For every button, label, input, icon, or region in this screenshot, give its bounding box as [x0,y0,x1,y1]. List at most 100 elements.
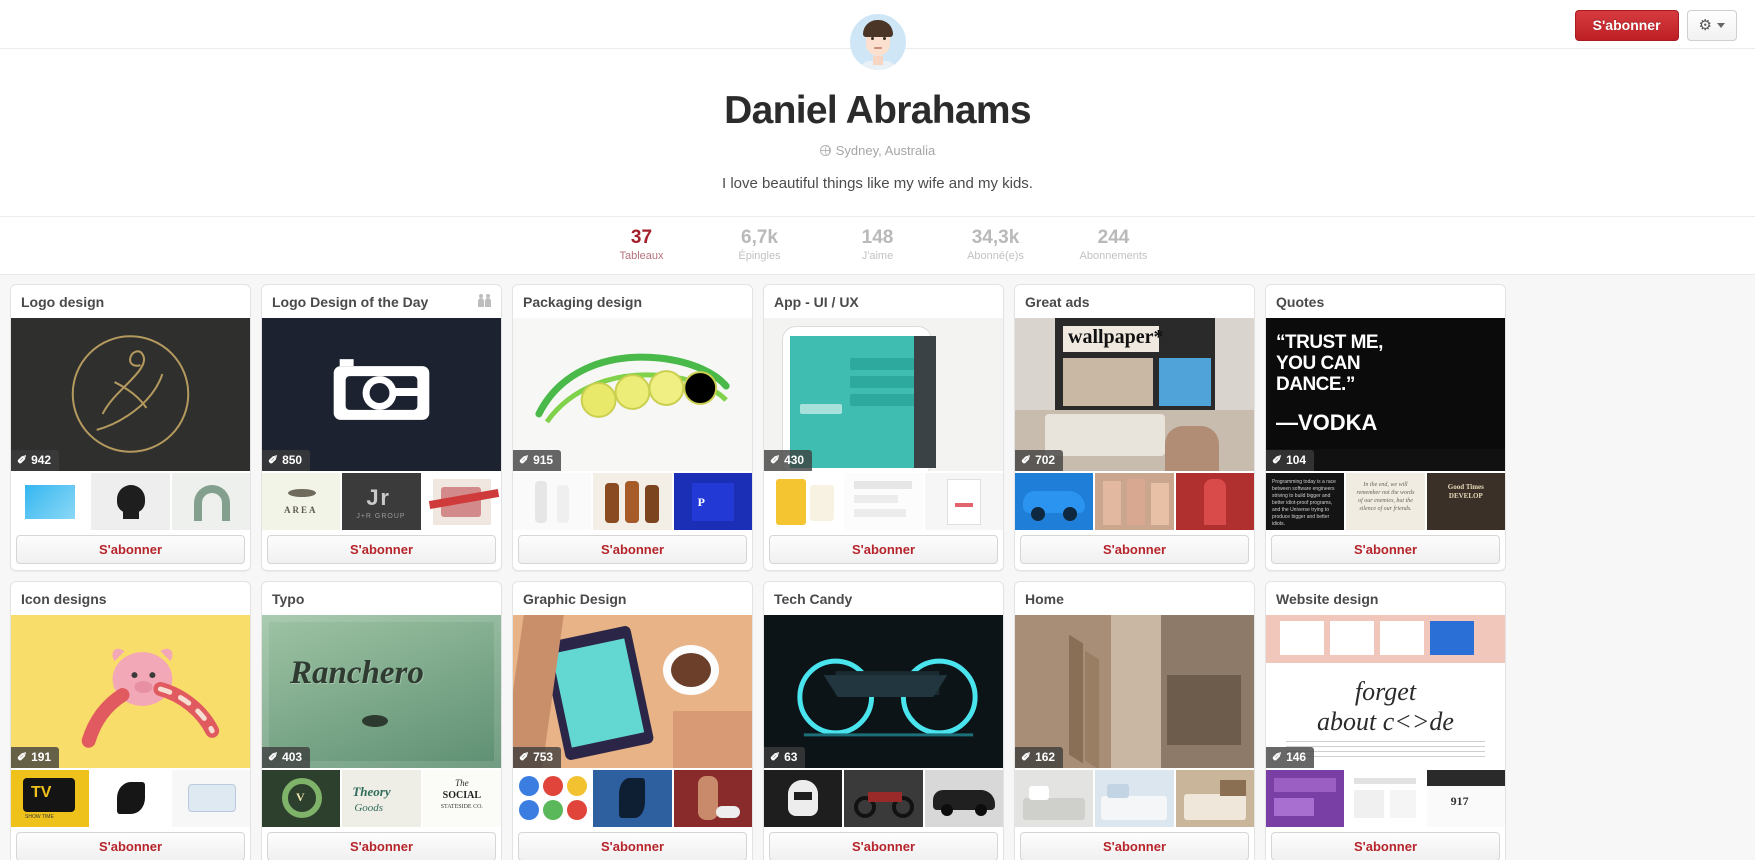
board-thumbnail[interactable] [171,770,250,827]
board-thumbnail[interactable] [1015,473,1094,530]
board-card[interactable]: Website design forget about c<>de ✐ 146 917 S'… [1265,581,1506,860]
board-cover-image[interactable]: “TRUST ME, YOU CAN DANCE.” —VODKA ✐ 104 [1266,318,1505,471]
board-thumbnail[interactable] [673,770,752,827]
board-thumbnail[interactable] [844,473,923,530]
board-thumbnail[interactable]: The SOCIAL STATESIDE CO. [422,770,501,827]
board-thumbnail[interactable]: P [673,473,752,530]
board-cover-image[interactable]: ✐ 63 [764,615,1003,768]
board-thumbnail[interactable] [844,770,923,827]
board-cover-image[interactable]: ✐ 850 [262,318,501,471]
board-card[interactable]: Typo Ranchero ✐ 403 V Theory Goods The SOCIAL STA… [261,581,502,860]
board-thumbnail[interactable] [171,473,250,530]
stat-value: 244 [1097,227,1130,248]
board-thumbnail[interactable] [764,770,843,827]
board-header: Logo design [11,285,250,318]
follow-board-button[interactable]: S'abonner [1271,535,1500,564]
follow-board-button[interactable]: S'abonner [267,832,496,860]
board-thumbnail[interactable]: V [262,770,341,827]
profile-location: Sydney, Australia [0,143,1755,158]
board-title: Website design [1276,591,1379,607]
stat-tableaux[interactable]: 37 Tableaux [583,227,701,262]
board-thumbnail[interactable] [1266,770,1345,827]
boards-grid: Logo design ✐ 942 S'abonner Logo Design of t… [5,284,1750,860]
boards-section: Logo design ✐ 942 S'abonner Logo Design of t… [0,274,1755,860]
follow-board-button[interactable]: S'abonner [518,535,747,564]
board-card[interactable]: Tech Candy ✐ 63 S'abonner [763,581,1004,860]
board-thumbnail[interactable] [11,473,90,530]
follow-board-button[interactable]: S'abonner [518,832,747,860]
board-thumbnail[interactable] [764,473,843,530]
profile-about: I love beautiful things like my wife and… [722,175,1033,192]
board-card[interactable]: Logo Design of the Day ✐ 850 AREA J r J+R GRO… [261,284,502,571]
board-thumbnail[interactable] [91,473,170,530]
avatar[interactable] [849,14,906,70]
stat-label: Tableaux [619,250,664,262]
follow-board-button[interactable]: S'abonner [267,535,496,564]
board-cover-image[interactable]: forget about c<>de ✐ 146 [1266,615,1505,768]
pin-icon: ✐ [1272,453,1283,467]
follow-board-button[interactable]: S'abonner [16,535,245,564]
follow-board-button[interactable]: S'abonner [769,535,998,564]
pin-icon: ✐ [268,750,279,764]
board-cover-image[interactable]: ✐ 430 [764,318,1003,471]
board-thumbnail[interactable] [1175,473,1254,530]
stat-pingles[interactable]: 6,7k Épingles [701,227,819,262]
board-cover-image[interactable]: ✐ 162 [1015,615,1254,768]
board-thumbnail[interactable] [422,473,501,530]
board-thumbnail[interactable]: In the end, we will remember not the wor… [1346,473,1425,530]
follow-board-button[interactable]: S'abonner [769,832,998,860]
board-cover-image[interactable]: ✐ 942 [11,318,250,471]
board-thumbnail[interactable]: Programming today is a race between soft… [1266,473,1345,530]
board-card[interactable]: Icon designs ✐ 191 TV SHOW TIME S'abonner [10,581,251,860]
board-thumbnail[interactable] [593,770,672,827]
follow-board-button[interactable]: S'abonner [1020,535,1249,564]
board-thumbnail[interactable] [91,770,170,827]
board-thumbnail[interactable] [593,473,672,530]
settings-menu-button[interactable]: ⚙ [1686,10,1737,41]
follow-board-button[interactable]: S'abonner [1020,832,1249,860]
board-thumbnail[interactable]: Theory Goods [342,770,421,827]
board-thumbnail[interactable]: TV SHOW TIME [11,770,90,827]
board-cover-image[interactable]: Ranchero ✐ 403 [262,615,501,768]
follow-user-button[interactable]: S'abonner [1574,10,1679,41]
stat-abonnements[interactable]: 244 Abonnements [1055,227,1173,262]
board-pin-count-value: 850 [282,453,303,467]
board-thumbnail[interactable]: 917 [1426,770,1505,827]
board-thumbnail[interactable] [1015,770,1094,827]
board-thumbnail[interactable] [924,770,1003,827]
board-card[interactable]: App - UI / UX ✐ 430 S'abonner [763,284,1004,571]
board-title: Logo Design of the Day [272,294,429,310]
board-thumbnail[interactable] [513,770,592,827]
board-cover-image[interactable]: ✐ 191 [11,615,250,768]
collaborators-icon [472,293,491,307]
stat-j-aime[interactable]: 148 J'aime [819,227,937,262]
board-title: Logo design [21,294,105,310]
board-thumbnail[interactable]: AREA [262,473,341,530]
stat-value: 148 [861,227,894,248]
board-card[interactable]: Home ✐ 162 S'abonner [1014,581,1255,860]
board-footer: S'abonner [1015,827,1254,860]
board-thumbnail[interactable] [924,473,1003,530]
board-thumbnail[interactable] [1175,770,1254,827]
board-footer: S'abonner [513,530,752,570]
board-card[interactable]: Quotes “TRUST ME, YOU CAN DANCE.” —VODKA ✐ 104… [1265,284,1506,571]
board-thumbnail[interactable]: Good Times DEVELOP [1426,473,1505,530]
board-header: Typo [262,582,501,615]
board-thumbnail[interactable]: J r J+R GROUP [342,473,421,530]
board-thumbnail[interactable] [513,473,592,530]
board-card[interactable]: Great ads wallpaper* ✐ 702 S'abonner [1014,284,1255,571]
follow-board-button[interactable]: S'abonner [1271,832,1500,860]
board-title: Typo [272,591,305,607]
board-cover-image[interactable]: ✐ 915 [513,318,752,471]
board-card[interactable]: Logo design ✐ 942 S'abonner [10,284,251,571]
board-cover-image[interactable]: ✐ 753 [513,615,752,768]
board-cover-image[interactable]: wallpaper* ✐ 702 [1015,318,1254,471]
follow-board-button[interactable]: S'abonner [16,832,245,860]
board-thumbnails: Programming today is a race between soft… [1266,471,1505,530]
board-card[interactable]: Packaging design ✐ 915 P S'abonner [512,284,753,571]
board-thumbnail[interactable] [1095,770,1174,827]
board-card[interactable]: Graphic Design ✐ 753 S'abonner [512,581,753,860]
board-thumbnail[interactable] [1346,770,1425,827]
board-thumbnail[interactable] [1095,473,1174,530]
stat-abonn-e-s[interactable]: 34,3k Abonné(e)s [937,227,1055,262]
